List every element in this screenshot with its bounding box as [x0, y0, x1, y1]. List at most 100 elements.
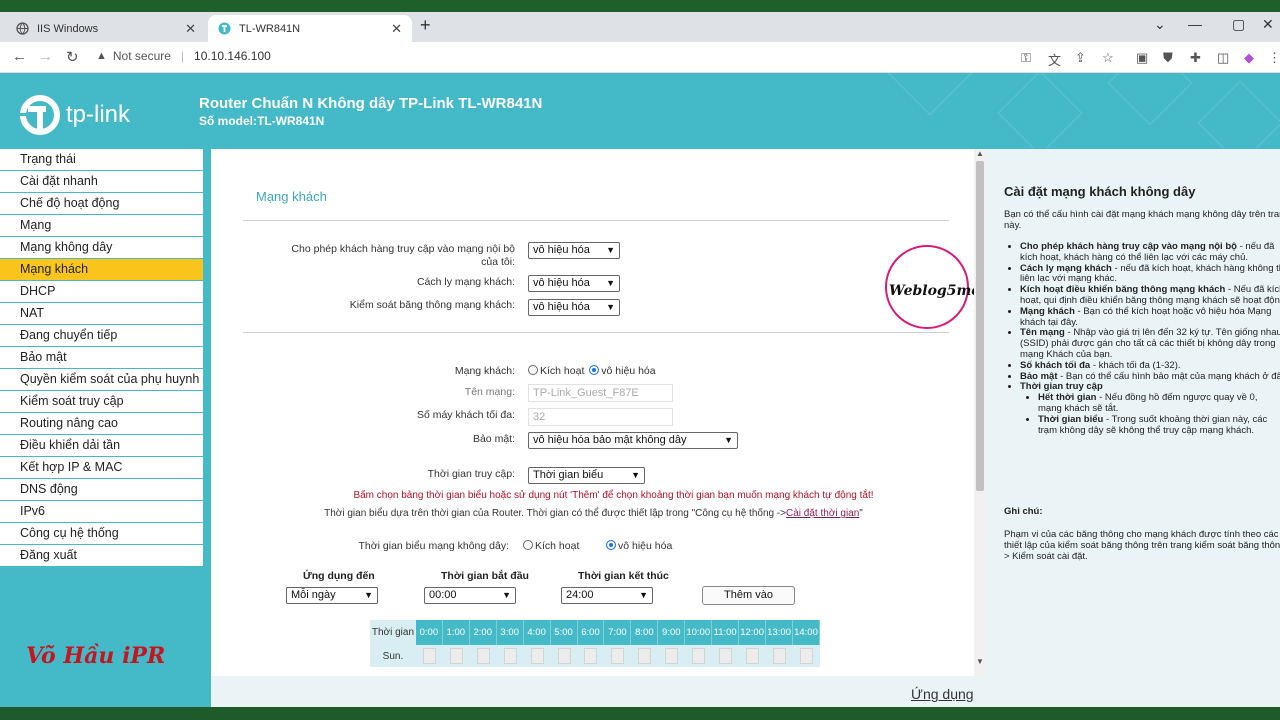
- tab-iis-windows[interactable]: IIS Windows ✕: [6, 15, 206, 42]
- sidebar: Trạng thái Cài đặt nhanh Chế độ hoạt động M…: [0, 149, 211, 707]
- sidebar-item[interactable]: DNS động: [0, 479, 203, 500]
- schedule-cell[interactable]: [470, 645, 497, 667]
- schedule-cell[interactable]: [524, 645, 551, 667]
- tab-title: IIS Windows: [37, 22, 99, 35]
- tplink-logo: tp-link: [20, 95, 130, 135]
- scrollbar[interactable]: ▲ ▼: [974, 149, 986, 676]
- add-button[interactable]: Thêm vào: [702, 586, 795, 605]
- scrollbar-thumb[interactable]: [976, 161, 984, 491]
- sidebar-item[interactable]: Mạng: [0, 215, 203, 236]
- sidebar-item[interactable]: NAT: [0, 303, 203, 324]
- new-tab-icon[interactable]: +: [420, 15, 431, 36]
- maximize-icon[interactable]: ▢: [1232, 16, 1245, 33]
- chevron-down-icon: ▼: [502, 590, 511, 600]
- schedule-cell[interactable]: [739, 645, 766, 667]
- schedule-cell[interactable]: [416, 645, 443, 667]
- start-time-select[interactable]: 00:00 ▼: [424, 587, 516, 604]
- hour-header-cell: 4:00: [523, 620, 551, 645]
- hour-header-cell: 9:00: [658, 620, 686, 645]
- access-time-select[interactable]: Thời gian biểu ▼: [528, 467, 645, 484]
- sidebar-item[interactable]: Trạng thái: [0, 149, 203, 170]
- close-window-icon[interactable]: ✕: [1262, 16, 1274, 33]
- sidebar-item[interactable]: IPv6: [0, 501, 203, 522]
- close-tab-icon[interactable]: ✕: [391, 21, 402, 37]
- sidebar-item[interactable]: Đang chuyển tiếp: [0, 325, 203, 346]
- sidebar-item[interactable]: Kết hợp IP & MAC: [0, 457, 203, 478]
- chevron-down-icon: ▼: [364, 590, 373, 600]
- apply-to-select[interactable]: Mỗi ngày ▼: [286, 587, 378, 604]
- scroll-down-icon[interactable]: ▼: [976, 657, 984, 666]
- end-time-select[interactable]: 24:00 ▼: [561, 587, 653, 604]
- image-icon[interactable]: ▣: [1136, 50, 1148, 66]
- guest-disable-radio[interactable]: [589, 365, 600, 375]
- sidepanel-icon[interactable]: ◫: [1217, 50, 1229, 66]
- sidebar-item[interactable]: Mạng khách: [0, 259, 203, 280]
- sidebar-item[interactable]: Đăng xuất: [0, 545, 203, 566]
- hour-header-cell: 7:00: [604, 620, 632, 645]
- back-icon[interactable]: ←: [12, 48, 27, 65]
- share-icon[interactable]: ⇪: [1075, 50, 1086, 66]
- tab-strip: IIS Windows ✕ TL-WR841N ✕ + ⌄ — ▢ ✕: [0, 12, 1280, 42]
- bookmark-star-icon[interactable]: ☆: [1102, 50, 1114, 66]
- time-settings-link[interactable]: Cài đặt thời gian: [786, 508, 859, 519]
- extension-shield-icon[interactable]: ⛊: [1163, 50, 1173, 66]
- scroll-up-icon[interactable]: ▲: [976, 149, 984, 158]
- help-note-text: Phạm vi của các băng thông cho mạng khác…: [1004, 529, 1280, 562]
- access-time-value: Thời gian biểu: [533, 469, 604, 481]
- schedule-cell[interactable]: [658, 645, 685, 667]
- hour-header-cell: 11:00: [712, 620, 740, 645]
- reload-icon[interactable]: ↻: [66, 48, 79, 66]
- schedule-cell[interactable]: [712, 645, 739, 667]
- security-label: Bảo mật:: [472, 433, 515, 445]
- sidebar-item[interactable]: Cài đặt nhanh: [0, 171, 203, 192]
- schedule-cell[interactable]: [443, 645, 470, 667]
- sidebar-item[interactable]: Kiểm soát truy cập: [0, 391, 203, 412]
- guest-enable-radio[interactable]: [528, 365, 538, 375]
- bandwidth-label: Kiểm soát băng thông mạng khách:: [349, 299, 515, 311]
- schedule-cell[interactable]: [604, 645, 631, 667]
- schedule-cell[interactable]: [578, 645, 605, 667]
- wireless-disable-option: vô hiệu hóa: [606, 540, 672, 552]
- help-item: Kích hoạt điều khiển băng thông mạng khá…: [1020, 284, 1280, 307]
- help-intro: Bạn có thể cấu hình cài đặt mạng khách m…: [1004, 209, 1280, 231]
- access-time-label: Thời gian truy cập:: [427, 468, 515, 480]
- bandwidth-select[interactable]: vô hiệu hóa ▼: [528, 299, 620, 316]
- minimize-icon[interactable]: —: [1188, 16, 1202, 32]
- schedule-cell[interactable]: [793, 645, 820, 667]
- schedule-cell[interactable]: [497, 645, 524, 667]
- schedule-cell[interactable]: [631, 645, 658, 667]
- schedule-cell[interactable]: [685, 645, 712, 667]
- schedule-cell[interactable]: [766, 645, 793, 667]
- menu-dots-icon[interactable]: ⋮: [1268, 50, 1280, 66]
- sidebar-item[interactable]: Chế độ hoạt động: [0, 193, 203, 214]
- help-item: Mạng khách - Bạn có thể kích hoạt hoặc v…: [1020, 306, 1280, 329]
- forward-icon[interactable]: →: [38, 48, 53, 65]
- guest-net-label: Mạng khách:: [454, 365, 515, 377]
- key-icon[interactable]: ⚿: [1021, 50, 1031, 66]
- wireless-enable-radio[interactable]: [523, 540, 533, 550]
- tab-tl-wr841n[interactable]: TL-WR841N ✕: [208, 15, 412, 42]
- sidebar-item[interactable]: Điều khiển dải tần: [0, 435, 203, 456]
- sidebar-item[interactable]: Bảo mật: [0, 347, 203, 368]
- puzzle-icon[interactable]: ✚: [1190, 50, 1201, 66]
- allow-access-select[interactable]: vô hiệu hóa ▼: [528, 242, 620, 259]
- max-clients-input[interactable]: 32: [528, 408, 673, 426]
- sidebar-item[interactable]: Công cụ hệ thống: [0, 523, 203, 544]
- isolate-select[interactable]: vô hiệu hóa ▼: [528, 275, 620, 292]
- translate-icon[interactable]: ⽂: [1048, 50, 1061, 69]
- hour-header-cell: 0:00: [415, 620, 443, 645]
- close-tab-icon[interactable]: ✕: [185, 21, 196, 37]
- ssid-input[interactable]: TP-Link_Guest_F87E: [528, 384, 673, 402]
- schedule-cell[interactable]: [551, 645, 578, 667]
- url-field[interactable]: ▲ Not secure | 10.10.146.100: [96, 49, 271, 63]
- wireless-disable-radio[interactable]: [606, 540, 616, 550]
- sidebar-item[interactable]: DHCP: [0, 281, 203, 302]
- apply-link[interactable]: Ứng dụng: [911, 686, 974, 702]
- sidebar-item[interactable]: Mạng không dây: [0, 237, 203, 258]
- sidebar-menu: Trạng thái Cài đặt nhanh Chế độ hoạt động M…: [0, 149, 203, 567]
- profile-icon[interactable]: ◆: [1244, 50, 1254, 66]
- sidebar-item[interactable]: Quyền kiểm soát của phụ huynh: [0, 369, 203, 390]
- security-select[interactable]: vô hiệu hóa bảo mật không dây ▼: [528, 432, 738, 449]
- sidebar-item[interactable]: Routing nâng cao: [0, 413, 203, 434]
- tab-search-icon[interactable]: ⌄: [1154, 16, 1166, 33]
